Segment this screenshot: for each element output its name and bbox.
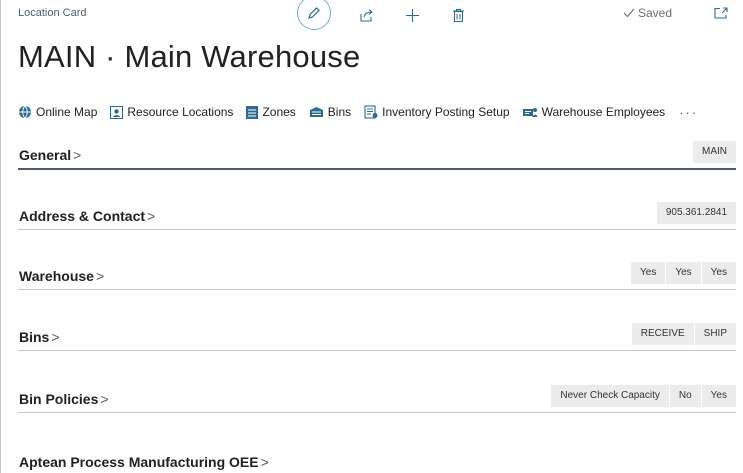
section-title[interactable]: Bins > [19, 329, 60, 345]
summary-chip: Yes [665, 262, 701, 284]
action-online-map[interactable]: Online Map [18, 105, 97, 119]
action-label: Zones [262, 105, 296, 119]
summary-chip: Yes [700, 262, 736, 284]
section-aptean-oee[interactable]: Aptean Process Manufacturing OEE > [18, 450, 736, 473]
zones-icon [246, 105, 259, 119]
action-bar: Online Map Resource Locations Zones Bins [18, 103, 698, 121]
action-label: Warehouse Employees [541, 105, 666, 119]
bins-icon [309, 107, 323, 117]
summary-chips: Yes Yes Yes [631, 262, 736, 284]
summary-chip: MAIN [693, 141, 736, 163]
saved-status: Saved [623, 6, 672, 20]
section-address-contact[interactable]: Address & Contact > 905.361.2841 [18, 202, 736, 230]
action-label: Online Map [36, 105, 98, 119]
share-icon [359, 8, 373, 22]
pencil-icon [308, 7, 320, 19]
saved-label: Saved [638, 6, 673, 20]
page-title: MAIN · Main Warehouse [18, 39, 361, 74]
section-header: Warehouse > Yes Yes Yes [18, 262, 736, 290]
action-warehouse-employees[interactable]: Warehouse Employees [522, 105, 666, 119]
plus-icon [405, 8, 419, 22]
summary-chip: Never Check Capacity [551, 385, 669, 407]
summary-chip: RECEIVE [631, 323, 694, 345]
action-resource-locations[interactable]: Resource Locations [110, 105, 233, 119]
card-type-label: Location Card [18, 7, 87, 19]
section-header: Aptean Process Manufacturing OEE > [18, 450, 736, 473]
chevron-right-icon: > [51, 329, 60, 345]
new-button[interactable] [401, 4, 423, 26]
action-inventory-posting-setup[interactable]: Inventory Posting Setup [364, 105, 510, 119]
action-bins[interactable]: Bins [309, 105, 351, 119]
action-label: Resource Locations [127, 105, 234, 119]
chevron-right-icon: > [95, 268, 105, 284]
summary-chips: RECEIVE SHIP [631, 323, 736, 345]
section-title[interactable]: Address & Contact > [19, 208, 155, 224]
chevron-right-icon: > [100, 391, 109, 407]
resource-locations-icon [110, 105, 124, 119]
posting-setup-icon [364, 105, 378, 119]
location-card-page: Location Card Saved MAIN · Main Warehous… [0, 0, 743, 473]
chevron-right-icon: > [260, 454, 269, 470]
summary-chip: Yes [631, 262, 666, 284]
section-header: Bin Policies > Never Check Capacity No Ye… [18, 385, 736, 413]
action-zones[interactable]: Zones [246, 105, 296, 119]
collapse-button[interactable] [714, 6, 728, 24]
summary-chips: 905.361.2841 [656, 202, 736, 224]
summary-chip: Yes [700, 385, 736, 407]
more-actions-button[interactable]: ··· [679, 105, 698, 120]
section-header: Bins > RECEIVE SHIP [18, 323, 736, 351]
top-action-bar [297, 0, 469, 30]
section-title[interactable]: Bin Policies > [19, 391, 109, 407]
delete-button[interactable] [447, 4, 469, 26]
section-bin-policies[interactable]: Bin Policies > Never Check Capacity No Ye… [18, 385, 736, 413]
action-label: Inventory Posting Setup [382, 105, 510, 119]
chevron-right-icon: > [147, 208, 156, 224]
checkmark-icon [623, 8, 635, 18]
action-label: Bins [327, 105, 352, 119]
section-general[interactable]: General > MAIN [18, 141, 736, 170]
summary-chip: No [668, 385, 701, 407]
globe-icon [19, 105, 31, 119]
open-in-window-icon [714, 7, 728, 19]
summary-chip: SHIP [693, 323, 736, 345]
employees-icon [522, 107, 538, 117]
section-title[interactable]: Aptean Process Manufacturing OEE > [19, 454, 269, 470]
summary-chips: Never Check Capacity No Yes [551, 385, 736, 407]
edit-button[interactable] [297, 0, 331, 30]
section-bins[interactable]: Bins > RECEIVE SHIP [18, 323, 736, 351]
section-warehouse[interactable]: Warehouse > Yes Yes Yes [18, 262, 736, 290]
share-button[interactable] [355, 4, 377, 26]
section-header: Address & Contact > 905.361.2841 [18, 202, 736, 230]
section-title[interactable]: Warehouse > [19, 268, 104, 284]
section-title[interactable]: General > [19, 147, 81, 163]
chevron-right-icon: > [73, 147, 82, 163]
section-header: General > MAIN [18, 141, 736, 170]
summary-chip: 905.361.2841 [656, 202, 736, 224]
trash-icon [452, 8, 464, 22]
summary-chips: MAIN [693, 141, 736, 163]
